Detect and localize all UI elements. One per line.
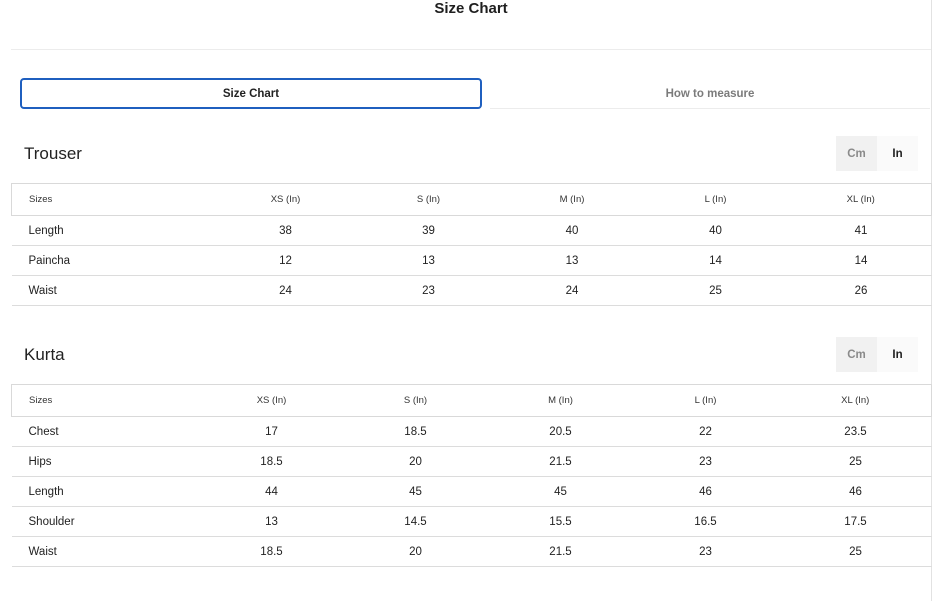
header-divider xyxy=(11,49,931,50)
column-header: M (In) xyxy=(503,183,641,216)
table-cell: 14.5 xyxy=(341,506,490,537)
table-cell: 25 xyxy=(779,446,932,477)
row-label: Length xyxy=(11,215,218,246)
column-header: L (In) xyxy=(640,183,791,216)
table-cell: 39 xyxy=(353,215,504,246)
table-cell: 40 xyxy=(640,215,791,246)
column-header: XS (In) xyxy=(201,384,342,417)
unit-in-button[interactable]: In xyxy=(877,337,918,372)
table-cell: 16.5 xyxy=(631,506,780,537)
table-cell: 14 xyxy=(640,245,791,276)
table-row: Chest 17 18.5 20.5 22 23.5 xyxy=(11,416,932,447)
tab-size-chart[interactable]: Size Chart xyxy=(20,78,482,109)
table-cell: 41 xyxy=(790,215,932,246)
column-header: XS (In) xyxy=(217,183,354,216)
tab-how-to-measure[interactable]: How to measure xyxy=(482,78,938,109)
table-cell: 46 xyxy=(779,476,932,507)
section-title: Kurta xyxy=(24,345,65,364)
table-cell: 44 xyxy=(201,476,342,507)
row-label: Length xyxy=(11,476,202,507)
unit-cm-button[interactable]: Cm xyxy=(836,136,877,171)
table-cell: 12 xyxy=(217,245,354,276)
table-header-row: Sizes XS (In) S (In) M (In) L (In) XL (I… xyxy=(11,183,932,216)
row-label: Chest xyxy=(11,416,202,447)
table-cell: 26 xyxy=(790,275,932,306)
column-header: Sizes xyxy=(11,183,218,216)
table-cell: 23.5 xyxy=(779,416,932,447)
column-header: M (In) xyxy=(489,384,632,417)
table-cell: 17 xyxy=(201,416,342,447)
unit-cm-button[interactable]: Cm xyxy=(836,337,877,372)
table-cell: 14 xyxy=(790,245,932,276)
row-label: Hips xyxy=(11,446,202,477)
column-header: L (In) xyxy=(631,384,780,417)
table-cell: 22 xyxy=(631,416,780,447)
table-row: Hips 18.5 20 21.5 23 25 xyxy=(11,446,932,477)
table-cell: 25 xyxy=(640,275,791,306)
table-cell: 13 xyxy=(201,506,342,537)
trouser-size-table: Sizes XS (In) S (In) M (In) L (In) XL (I… xyxy=(11,183,932,306)
table-cell: 45 xyxy=(341,476,490,507)
table-cell: 24 xyxy=(503,275,641,306)
table-row: Paincha 12 13 13 14 14 xyxy=(11,245,932,276)
table-cell: 46 xyxy=(631,476,780,507)
table-row: Waist 18.5 20 21.5 23 25 xyxy=(11,536,932,567)
table-cell: 15.5 xyxy=(489,506,632,537)
table-cell: 23 xyxy=(631,446,780,477)
column-header: Sizes xyxy=(11,384,202,417)
table-cell: 40 xyxy=(503,215,641,246)
unit-toggle: Cm In xyxy=(836,136,918,171)
column-header: S (In) xyxy=(353,183,504,216)
table-cell: 24 xyxy=(217,275,354,306)
table-cell: 13 xyxy=(353,245,504,276)
table-cell: 17.5 xyxy=(779,506,932,537)
page-title: Size Chart xyxy=(434,0,508,17)
table-cell: 21.5 xyxy=(489,536,632,567)
row-label: Paincha xyxy=(11,245,218,276)
tab-bar: Size Chart How to measure xyxy=(20,78,930,109)
unit-toggle: Cm In xyxy=(836,337,918,372)
table-cell: 23 xyxy=(631,536,780,567)
table-cell: 25 xyxy=(779,536,932,567)
table-row: Shoulder 13 14.5 15.5 16.5 17.5 xyxy=(11,506,932,537)
table-cell: 18.5 xyxy=(201,536,342,567)
kurta-size-table: Sizes XS (In) S (In) M (In) L (In) XL (I… xyxy=(11,384,932,567)
table-cell: 20 xyxy=(341,536,490,567)
row-label: Waist xyxy=(11,536,202,567)
section-title: Trouser xyxy=(24,144,82,163)
table-cell: 20 xyxy=(341,446,490,477)
column-header: XL (In) xyxy=(790,183,932,216)
table-row: Length 44 45 45 46 46 xyxy=(11,476,932,507)
row-label: Waist xyxy=(11,275,218,306)
table-cell: 18.5 xyxy=(341,416,490,447)
row-label: Shoulder xyxy=(11,506,202,537)
table-header-row: Sizes XS (In) S (In) M (In) L (In) XL (I… xyxy=(11,384,932,417)
tabs-divider xyxy=(490,108,930,109)
table-cell: 20.5 xyxy=(489,416,632,447)
table-cell: 45 xyxy=(489,476,632,507)
table-cell: 23 xyxy=(353,275,504,306)
column-header: XL (In) xyxy=(779,384,932,417)
table-row: Waist 24 23 24 25 26 xyxy=(11,275,932,306)
table-cell: 13 xyxy=(503,245,641,276)
unit-in-button[interactable]: In xyxy=(877,136,918,171)
table-cell: 18.5 xyxy=(201,446,342,477)
table-cell: 21.5 xyxy=(489,446,632,477)
table-row: Length 38 39 40 40 41 xyxy=(11,215,932,246)
column-header: S (In) xyxy=(341,384,490,417)
table-cell: 38 xyxy=(217,215,354,246)
